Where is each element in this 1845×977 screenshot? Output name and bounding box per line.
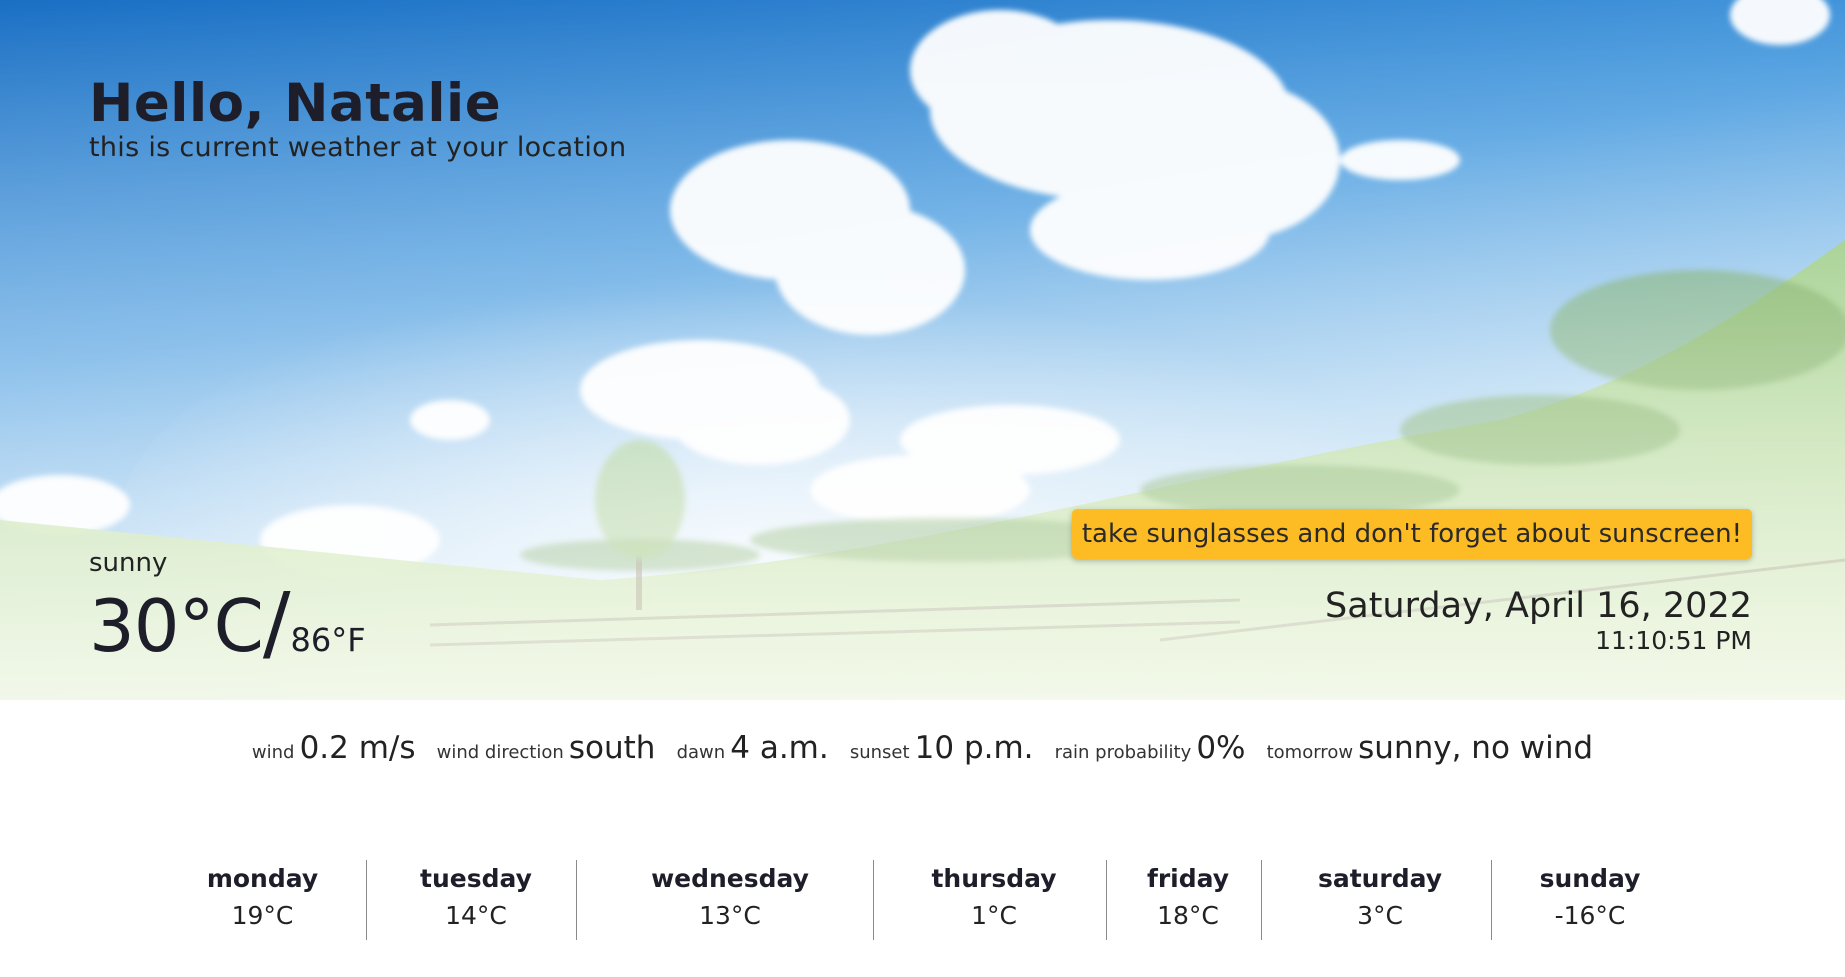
forecast-divider [1491,860,1492,940]
forecast-divider [1261,860,1262,940]
weather-page: Hello, Natalie this is current weather a… [0,0,1845,977]
forecast-divider [366,860,367,940]
forecast-day-temp: 3°C [1357,901,1403,930]
detail-value: 0% [1196,730,1246,766]
detail-label: dawn [676,742,726,763]
detail-wind-direction: wind direction south [437,730,656,766]
weather-condition: sunny [89,548,168,578]
weather-details: wind 0.2 m/s wind direction south dawn 4… [0,730,1845,766]
greeting-block: Hello, Natalie this is current weather a… [89,72,626,163]
forecast-day-name: monday [206,864,319,893]
date-time: Saturday, April 16, 2022 11:10:51 PM [1325,586,1752,655]
forecast-day-temp: -16°C [1554,901,1626,930]
current-time: 11:10:51 PM [1595,626,1752,655]
forecast-day-temp: 13°C [699,901,761,930]
detail-sunset: sunset 10 p.m. [850,730,1034,766]
weather-tip-badge: take sunglasses and don't forget about s… [1071,509,1752,559]
forecast-day-sunday: sunday -16°C [1510,860,1670,940]
forecast-day-thursday: thursday 1°C [904,860,1084,940]
detail-label: rain probability [1054,742,1192,763]
detail-value: 4 a.m. [730,730,829,766]
forecast-divider [1106,860,1107,940]
forecast-day-name: wednesday [651,864,809,893]
detail-label: sunset [849,742,910,763]
forecast-day-temp: 1°C [971,901,1017,930]
forecast-day-friday: friday 18°C [1122,860,1254,940]
detail-label: wind direction [436,742,564,763]
forecast-divider [576,860,577,940]
detail-rain-probability: rain probability 0% [1055,730,1246,766]
temperature-fahrenheit: 86°F [290,621,366,659]
forecast-day-tuesday: tuesday 14°C [392,860,560,940]
forecast-day-temp: 19°C [231,901,294,930]
detail-label: tomorrow [1266,742,1354,763]
forecast-day-name: thursday [931,864,1057,893]
forecast-day-name: tuesday [420,864,532,893]
forecast-day-temp: 14°C [445,901,507,930]
forecast-day-wednesday: wednesday 13°C [620,860,840,940]
detail-value: 10 p.m. [914,730,1034,766]
forecast-divider [873,860,874,940]
forecast-day-monday: monday 19°C [185,860,340,940]
detail-dawn: dawn 4 a.m. [677,730,829,766]
greeting-subtitle: this is current weather at your location [89,132,627,163]
forecast-day-name: friday [1146,864,1230,893]
current-weather: sunny 30°C/86°F [89,548,366,671]
detail-value: south [568,730,656,766]
weekly-forecast: monday 19°C tuesday 14°C wednesday 13°C … [0,860,1845,940]
temperature-celsius: 30°C [89,584,264,668]
detail-value: 0.2 m/s [299,730,416,766]
forecast-day-name: saturday [1317,864,1443,893]
greeting-title: Hello, Natalie [89,73,502,134]
forecast-day-name: sunday [1539,864,1641,893]
detail-label: wind [251,742,295,763]
detail-tomorrow: tomorrow sunny, no wind [1267,730,1593,766]
detail-wind: wind 0.2 m/s [252,730,416,766]
current-temperature: 30°C/86°F [89,576,366,671]
temperature-separator: / [262,576,291,671]
detail-value: sunny, no wind [1358,730,1594,766]
current-date: Saturday, April 16, 2022 [1325,586,1752,626]
forecast-day-saturday: saturday 3°C [1290,860,1470,940]
forecast-day-temp: 18°C [1157,901,1219,930]
